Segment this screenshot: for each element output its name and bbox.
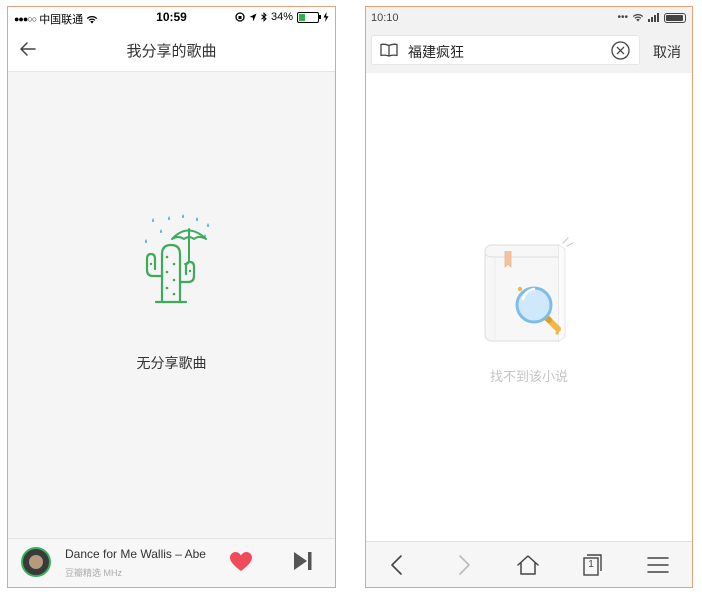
search-query[interactable]: 福建疯狂 bbox=[408, 42, 464, 62]
clear-icon[interactable] bbox=[611, 41, 630, 60]
tabs-button[interactable]: 1 bbox=[581, 553, 605, 577]
book-magnifier-icon bbox=[484, 237, 574, 342]
battery-percent: 34% bbox=[270, 11, 293, 23]
back-icon[interactable] bbox=[386, 553, 410, 577]
book-icon bbox=[380, 43, 398, 57]
battery-icon bbox=[664, 12, 686, 23]
location-arrow-icon bbox=[249, 13, 257, 21]
mini-player[interactable]: Dance for Me Wallis – Abe 豆瓣精选 MHz bbox=[8, 538, 335, 587]
status-bar: ●●●○○ 中国联通 10:59 34% bbox=[8, 7, 335, 27]
status-right: ••• bbox=[617, 12, 686, 23]
search-input[interactable]: 福建疯狂 bbox=[371, 35, 640, 65]
song-source: 豆瓣精选 MHz bbox=[65, 568, 122, 578]
cancel-button[interactable]: 取消 bbox=[653, 42, 681, 62]
battery-icon bbox=[297, 11, 321, 23]
charging-icon bbox=[323, 12, 329, 22]
rotation-lock-icon bbox=[235, 12, 245, 22]
home-icon[interactable] bbox=[516, 553, 540, 577]
empty-message: 无分享歌曲 bbox=[136, 355, 207, 371]
heart-icon[interactable] bbox=[230, 552, 252, 572]
album-cover[interactable] bbox=[21, 547, 51, 577]
page-title: 我分享的歌曲 bbox=[126, 43, 217, 60]
browser-toolbar: 1 bbox=[366, 541, 692, 587]
song-title: Dance for Me Wallis – Abe bbox=[65, 547, 206, 561]
nav-bar: 我分享的歌曲 bbox=[8, 27, 335, 72]
tabs-count: 1 bbox=[588, 559, 594, 570]
menu-icon[interactable] bbox=[646, 553, 670, 577]
left-phone-screen: ●●●○○ 中国联通 10:59 34% 我分享的歌曲 无分享歌曲 Dance … bbox=[7, 6, 336, 588]
skip-next-icon[interactable] bbox=[293, 551, 313, 571]
status-right: 34% bbox=[235, 11, 329, 23]
wifi-icon bbox=[632, 13, 644, 22]
status-time: 10:10 bbox=[371, 12, 399, 24]
empty-message: 找不到该小说 bbox=[489, 369, 568, 384]
status-bar: 10:10 ••• bbox=[366, 7, 692, 29]
more-dots-icon: ••• bbox=[617, 12, 628, 23]
cactus-umbrella-icon bbox=[144, 214, 210, 304]
right-phone-screen: 10:10 ••• 福建疯狂 取消 找不到该小说 1 bbox=[365, 6, 693, 588]
signal-bars-icon bbox=[648, 13, 659, 22]
forward-icon[interactable] bbox=[451, 553, 475, 577]
search-bar: 福建疯狂 取消 bbox=[366, 29, 692, 73]
bluetooth-icon bbox=[261, 12, 267, 22]
